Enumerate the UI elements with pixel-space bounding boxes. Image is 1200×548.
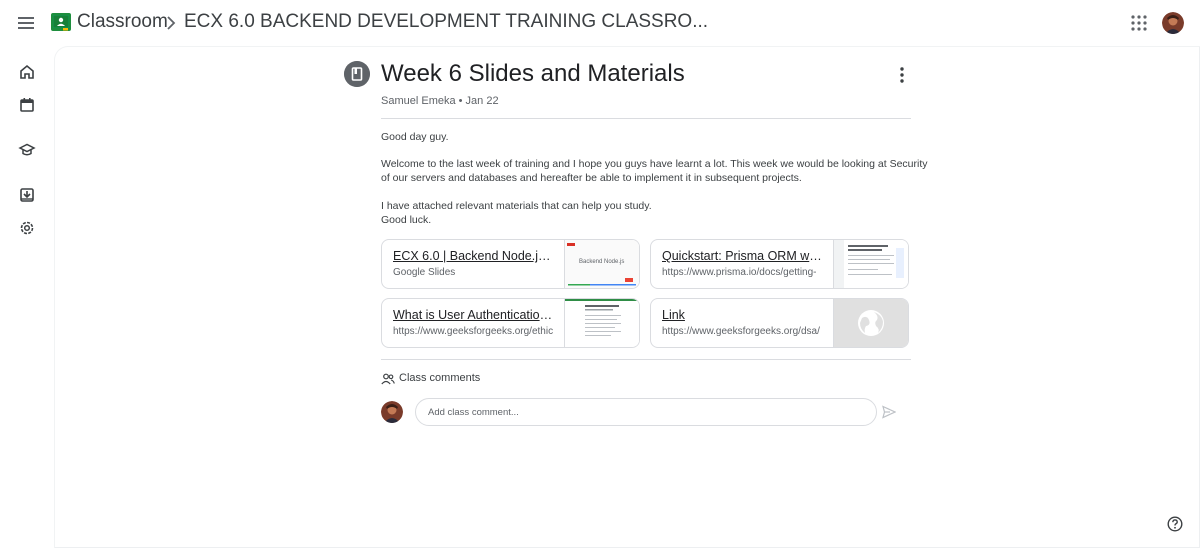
main-content-panel	[54, 46, 1200, 548]
attachment-card[interactable]: ECX 6.0 | Backend Node.js | ... Google S…	[381, 239, 640, 289]
attachment-thumbnail	[833, 240, 908, 288]
attachment-card[interactable]: Quickstart: Prisma ORM with... https://w…	[650, 239, 909, 289]
title-divider	[381, 118, 911, 119]
attachment-card[interactable]: What is User Authentication, ... https:/…	[381, 298, 640, 348]
send-icon[interactable]	[882, 405, 896, 419]
post-body-line: of our servers and databases and hereaft…	[381, 172, 802, 184]
home-icon[interactable]	[18, 63, 36, 81]
post-meta: Samuel Emeka • Jan 22	[381, 95, 499, 107]
post-body-line: Good luck.	[381, 214, 432, 226]
account-avatar[interactable]	[1162, 12, 1184, 34]
attachment-title[interactable]: What is User Authentication, ...	[393, 308, 553, 322]
navigation-rail	[0, 46, 54, 548]
class-comments-label[interactable]: Class comments	[399, 372, 480, 384]
post-body-line: I have attached relevant materials that …	[381, 200, 652, 212]
archived-classes-icon[interactable]	[18, 186, 36, 204]
enrolled-classes-icon[interactable]	[18, 141, 36, 159]
people-icon	[381, 373, 395, 385]
attachment-subtitle: https://www.prisma.io/docs/getting-	[662, 267, 817, 278]
webpage-thumbnail-icon	[834, 240, 908, 288]
post-body-line: Welcome to the last week of training and…	[381, 158, 928, 170]
attachment-subtitle: https://www.geeksforgeeks.org/dsa/	[662, 326, 820, 337]
attachment-title[interactable]: ECX 6.0 | Backend Node.js | ...	[393, 249, 553, 263]
user-avatar	[381, 401, 403, 423]
attachment-subtitle: https://www.geeksforgeeks.org/ethic	[393, 326, 553, 337]
attachment-thumbnail: Backend Node.js	[564, 240, 639, 288]
attachment-thumbnail	[564, 299, 639, 347]
post-body-line: Good day guy.	[381, 131, 449, 143]
thumbnail-caption: Backend Node.js	[579, 259, 625, 265]
attachment-thumbnail	[833, 299, 908, 347]
top-app-bar: Classroom ECX 6.0 BACKEND DEVELOPMENT TR…	[0, 0, 1200, 46]
attachment-title[interactable]: Link	[662, 308, 822, 322]
comments-divider	[381, 359, 911, 360]
help-icon[interactable]	[1167, 516, 1183, 532]
classroom-logo-icon[interactable]	[51, 12, 71, 32]
material-book-icon	[344, 61, 370, 87]
apps-grid-icon[interactable]	[1130, 14, 1148, 32]
calendar-icon[interactable]	[18, 96, 36, 114]
class-comment-input[interactable]	[415, 398, 877, 426]
post-title: Week 6 Slides and Materials	[381, 60, 685, 87]
attachment-card[interactable]: Link https://www.geeksforgeeks.org/dsa/	[650, 298, 909, 348]
settings-icon[interactable]	[18, 219, 36, 237]
chevron-right-icon	[167, 16, 176, 30]
globe-icon	[834, 299, 908, 347]
more-vertical-icon[interactable]	[894, 66, 910, 84]
attachment-title[interactable]: Quickstart: Prisma ORM with...	[662, 249, 822, 263]
app-title[interactable]: Classroom	[77, 11, 168, 33]
class-title[interactable]: ECX 6.0 BACKEND DEVELOPMENT TRAINING CLA…	[184, 11, 708, 33]
webpage-thumbnail-icon	[565, 299, 639, 347]
hamburger-menu-icon[interactable]	[14, 11, 38, 35]
attachment-subtitle: Google Slides	[393, 267, 456, 278]
